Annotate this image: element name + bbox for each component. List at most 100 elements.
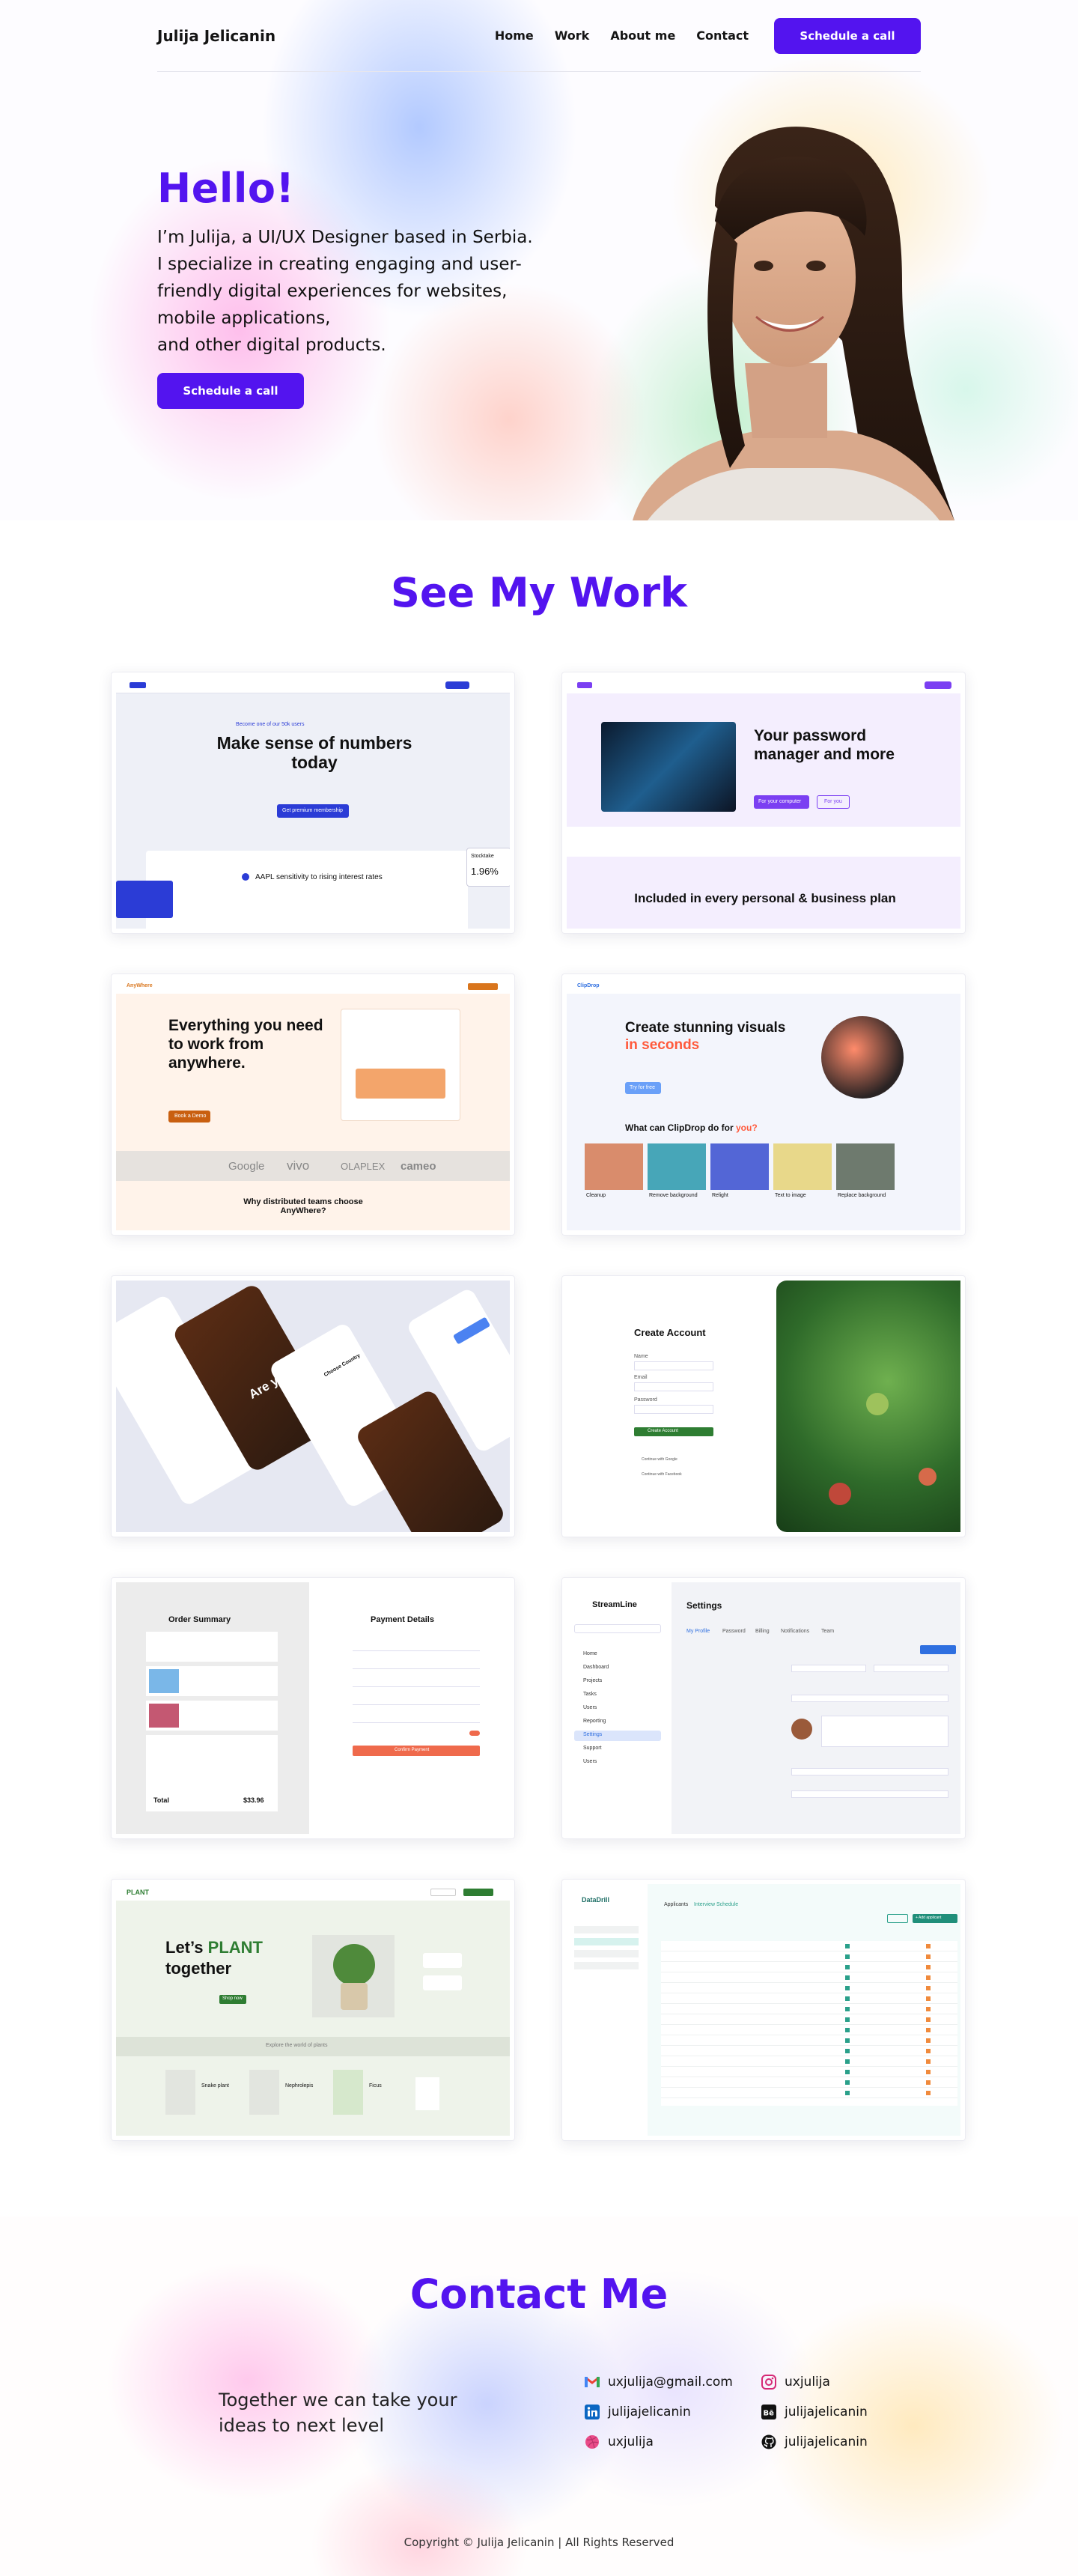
streamline-menu-item: Users (583, 1759, 597, 1764)
streamline-tab: My Profile (686, 1629, 710, 1634)
plant-logo: PLANT (127, 1889, 149, 1896)
contact-dribbble-text: uxjulija (608, 2434, 654, 2449)
anywhere-cta: Book a Demo (174, 1114, 207, 1119)
project-thumbnail: StreamLine Home Dashboard Projects Tasks… (567, 1582, 960, 1834)
hero-section: Hello! I’m Julija, a UI/UX Designer base… (0, 0, 1078, 520)
plant-product-label: Nephrolepis (285, 2083, 314, 2089)
scale-stat-label: Stocktake (471, 854, 494, 859)
order-total-label: Total (153, 1796, 169, 1804)
project-thumbnail: Create Account Name Email Password Creat… (567, 1281, 960, 1532)
streamline-menu-item: Support (583, 1746, 602, 1751)
order-summary-title: Order Summary (168, 1615, 231, 1624)
field-label: Password (634, 1397, 657, 1403)
hero-title: Hello! (157, 165, 295, 212)
streamline-tab: Billing (755, 1629, 770, 1634)
nav-schedule-call-button[interactable]: Schedule a call (774, 17, 921, 54)
instagram-icon (761, 2374, 777, 2390)
hero-line: I specialize in creating engaging and us… (157, 255, 522, 274)
streamline-brand: StreamLine (592, 1600, 637, 1609)
plant-band: Explore the world of plants (266, 2043, 328, 2048)
project-card-anywhere[interactable]: AnyWhere Everything you need to work fro… (111, 973, 515, 1236)
field-label: Email (634, 1375, 648, 1380)
project-card-food-app[interactable]: Are you hungry? Choose Country (111, 1275, 515, 1537)
scale-stat: 1.96% (471, 866, 499, 877)
project-thumbnail: DataDrill Applicants Interview Schedule … (567, 1884, 960, 2136)
project-card-plant[interactable]: PLANT Let’s PLANT together Shop now Expl… (111, 1879, 515, 2141)
contact-behance-text: julijajelicanin (785, 2405, 868, 2419)
hero-text: Hello! I’m Julija, a UI/UX Designer base… (157, 165, 576, 359)
project-card-stack[interactable]: Your password manager and more For your … (561, 672, 966, 934)
scale-cta: Get premium membership (282, 808, 343, 813)
datadrill-cta: + Add applicant (916, 1916, 942, 1920)
contact-linkedin-text: julijajelicanin (608, 2405, 691, 2419)
linkedin-icon (584, 2404, 600, 2420)
contact-title: Contact Me (409, 2270, 669, 2318)
hero-line: and other digital products. (157, 335, 386, 355)
anywhere-logo-olaplex: OLAPLEX (341, 1161, 386, 1172)
portrait-photo (633, 127, 954, 520)
hero-intro: I’m Julija, a UI/UX Designer based in Se… (157, 224, 576, 359)
contact-github-link[interactable]: julijajelicanin (761, 2434, 868, 2450)
hero-line: I’m Julija, a UI/UX Designer based in Se… (157, 228, 533, 247)
nav-link-home[interactable]: Home (495, 28, 534, 43)
project-card-checkout[interactable]: Order Summary Total $33.96 Payment Detai… (111, 1577, 515, 1839)
clipdrop-logo: ClipDrop (577, 983, 600, 988)
clipdrop-heading: Create stunning visuals (625, 1020, 786, 1036)
streamline-menu-item: Tasks (583, 1692, 597, 1697)
payment-details-title: Payment Details (371, 1615, 434, 1624)
hero-schedule-call-button[interactable]: Schedule a call (157, 373, 304, 409)
contact-linkedin-link[interactable]: julijajelicanin (584, 2404, 691, 2420)
svg-text:Bē: Bē (764, 2410, 775, 2418)
order-total-value: $33.96 (243, 1796, 264, 1804)
contact-email-link[interactable]: uxjulija@gmail.com (584, 2374, 733, 2390)
anywhere-logo-google: Google (228, 1160, 265, 1173)
nav-link-contact[interactable]: Contact (696, 28, 749, 43)
datadrill-brand: DataDrill (582, 1896, 610, 1904)
project-card-clipdrop[interactable]: ClipDrop Create stunning visuals in seco… (561, 973, 966, 1236)
clipdrop-subheading-accent: you? (736, 1123, 758, 1133)
project-card-streamline[interactable]: StreamLine Home Dashboard Projects Tasks… (561, 1577, 966, 1839)
project-card-datadrill[interactable]: DataDrill Applicants Interview Schedule … (561, 1879, 966, 2141)
confirm-payment-cta: Confirm Payment (395, 1748, 430, 1752)
create-account-facebook: Continue with Facebook (642, 1472, 682, 1477)
anywhere-logo: AnyWhere (127, 983, 153, 988)
site-brand[interactable]: Julija Jelicanin (157, 27, 275, 45)
project-card-scale[interactable]: Become one of our 50k users Make sense o… (111, 672, 515, 934)
top-navigation: Julija Jelicanin Home Work About me Cont… (157, 0, 921, 72)
stack-subheading: Included in every personal & business pl… (634, 891, 896, 905)
hero-line: friendly digital experiences for website… (157, 282, 508, 301)
plant-cta: Shop now (222, 1996, 243, 2001)
plant-product-label: Ficus (369, 2083, 382, 2089)
contact-instagram-link[interactable]: uxjulija (761, 2374, 830, 2390)
streamline-tab: Notifications (781, 1629, 810, 1634)
anywhere-logo-cameo: cameo (401, 1160, 436, 1173)
plant-product-label: Snake plant (201, 2083, 229, 2089)
stack-cta-2: For you (824, 799, 842, 804)
field-label: Name (634, 1354, 648, 1359)
create-account-cta: Create Account (648, 1429, 679, 1433)
work-section-title: See My Work (391, 569, 687, 616)
streamline-menu-item: Home (583, 1651, 597, 1656)
datadrill-tab: Interview Schedule (694, 1902, 739, 1907)
plant-heading-brand: PLANT (207, 1938, 263, 1957)
anywhere-logo-vivo: vivo (287, 1158, 310, 1173)
github-icon (761, 2434, 777, 2450)
project-card-create-account[interactable]: Create Account Name Email Password Creat… (561, 1275, 966, 1537)
scale-badge: Become one of our 50k users (236, 722, 305, 727)
nav-links: Home Work About me Contact Schedule a ca… (495, 17, 921, 54)
clipdrop-tool-label: Cleanup (586, 1193, 606, 1198)
create-account-google: Continue with Google (642, 1457, 677, 1462)
dribbble-icon (584, 2434, 600, 2450)
project-thumbnail: Become one of our 50k users Make sense o… (116, 677, 510, 929)
plant-heading-line2: together (165, 1959, 231, 1978)
streamline-settings-title: Settings (686, 1600, 722, 1611)
streamline-menu-item: Reporting (583, 1719, 606, 1724)
contact-behance-link[interactable]: Bē julijajelicanin (761, 2404, 868, 2420)
plant-heading: Let’s PLANT (165, 1938, 263, 1957)
contact-github-text: julijajelicanin (785, 2434, 868, 2449)
contact-dribbble-link[interactable]: uxjulija (584, 2434, 654, 2450)
streamline-menu-item: Projects (583, 1678, 603, 1683)
streamline-menu-item-active: Settings (583, 1732, 603, 1737)
nav-link-work[interactable]: Work (555, 28, 590, 43)
nav-link-about[interactable]: About me (610, 28, 675, 43)
